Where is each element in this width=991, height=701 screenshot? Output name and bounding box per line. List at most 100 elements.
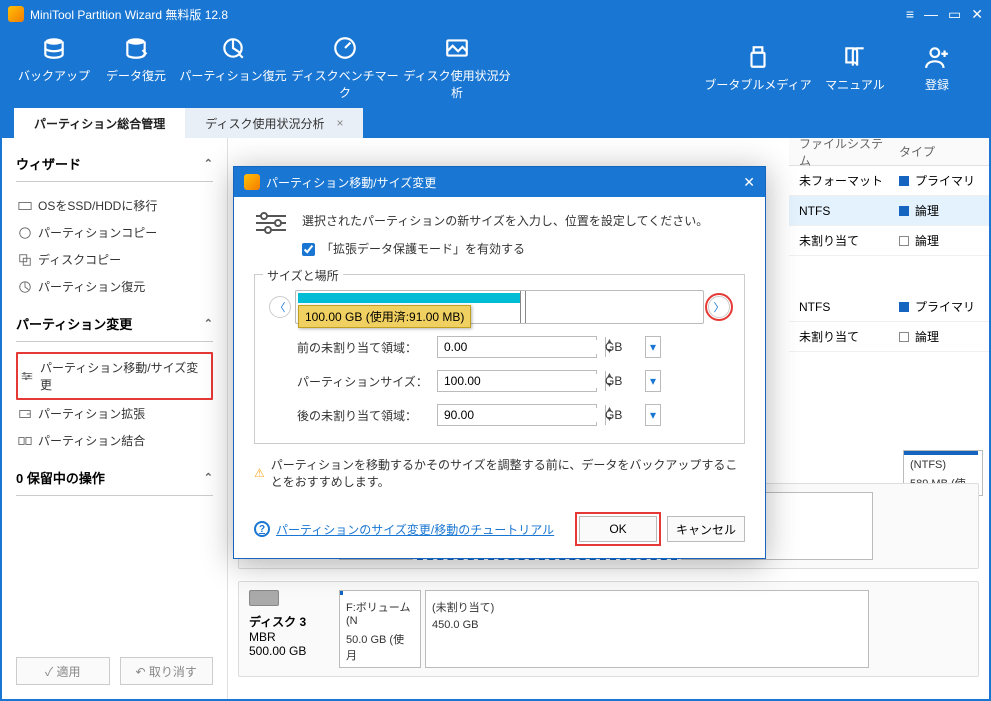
disk-size: 500.00 GB xyxy=(249,644,329,658)
sidebar-item-migrate-os[interactable]: OSをSSD/HDDに移行 xyxy=(16,192,213,219)
unit-label: GB xyxy=(605,340,631,354)
unit-label: GB xyxy=(605,374,631,388)
input-before-unalloc[interactable] xyxy=(438,340,605,354)
size-slider[interactable]: 100.00 GB (使用済:91.00 MB) xyxy=(295,290,704,324)
color-swatch-icon xyxy=(899,332,909,342)
warning-text: パーティションを移動するかそのサイズを調整する前に、データをバックアップすること… xyxy=(271,456,745,490)
slider-right-button[interactable]: 〉 xyxy=(708,296,730,318)
toolbar-manual[interactable]: マニュアル xyxy=(815,40,895,97)
help-icon: ? xyxy=(254,521,270,537)
hamburger-icon[interactable]: ≡ xyxy=(906,7,914,21)
tab-space-analyze-label: ディスク使用状況分析 xyxy=(205,115,324,132)
toolbar-benchmark-label: ディスクベンチマーク xyxy=(291,69,398,100)
toolbar-backup[interactable]: バックアップ xyxy=(14,31,94,105)
dialog-message: 選択されたパーティションの新サイズを入力し、位置を設定してください。 xyxy=(302,211,708,233)
undo-button[interactable]: ↶ 取り消す xyxy=(120,657,214,685)
close-icon[interactable]: × xyxy=(336,116,343,130)
cell-filesystem: NTFS xyxy=(789,204,889,218)
table-row[interactable]: NTFS プライマリ xyxy=(789,292,989,322)
tab-partition-mgmt-label: パーティション総合管理 xyxy=(34,115,165,132)
book-icon xyxy=(842,44,868,70)
table-row[interactable]: 未割り当て 論理 xyxy=(789,322,989,352)
toolbar-benchmark[interactable]: ディスクベンチマーク xyxy=(290,31,400,105)
label-before-unalloc: 前の未割り当て領域： xyxy=(269,339,429,356)
col-header-type: タイプ xyxy=(889,143,989,160)
apply-button[interactable]: ✓ 適用 xyxy=(16,657,110,685)
unit-dropdown[interactable]: ▾ xyxy=(645,404,661,426)
sidebar-heading-wizard: ウィザード⌃ xyxy=(16,154,213,182)
database-arrow-icon xyxy=(123,35,149,61)
partition-size: 450.0 GB xyxy=(432,619,862,631)
cancel-button[interactable]: キャンセル xyxy=(667,516,745,542)
group-label: サイズと場所 xyxy=(263,267,343,284)
sidebar-item-merge[interactable]: パーティション結合 xyxy=(16,427,213,454)
image-icon xyxy=(444,35,470,61)
partition-label: (NTFS) xyxy=(910,459,976,471)
chevron-up-icon[interactable]: ⌃ xyxy=(204,157,213,170)
minimize-button[interactable]: — xyxy=(924,7,938,21)
cell-type: 論理 xyxy=(889,202,989,219)
table-header: ファイルシステム タイプ xyxy=(789,138,989,166)
protect-mode-checkbox-input[interactable] xyxy=(302,243,315,256)
app-title: MiniTool Partition Wizard 無料版 12.8 xyxy=(30,6,906,23)
dialog-title: パーティション移動/サイズ変更 xyxy=(266,174,436,191)
dialog-close-button[interactable]: ✕ xyxy=(743,174,755,191)
pie-arrow-icon xyxy=(220,35,246,61)
partition-block[interactable]: F:ボリューム(N 50.0 GB (使月 xyxy=(339,590,421,668)
disk-icon xyxy=(249,590,279,606)
database-icon xyxy=(41,35,67,61)
sidebar-item-partition-copy[interactable]: パーティションコピー xyxy=(16,219,213,246)
toolbar-data-recovery[interactable]: データ復元 xyxy=(96,31,176,105)
cell-filesystem: 未割り当て xyxy=(789,328,889,345)
dialog-move-resize: パーティション移動/サイズ変更 ✕ 選択されたパーティションの新サイズを入力し、… xyxy=(233,166,766,559)
toolbar-space-analyzer-label: ディスク使用状況分析 xyxy=(403,69,510,100)
chevron-up-icon[interactable]: ⌃ xyxy=(204,471,213,484)
partition-label: F:ボリューム(N xyxy=(346,599,414,627)
label-partition-size: パーティションサイズ： xyxy=(269,373,429,390)
cell-type: 論理 xyxy=(889,232,989,249)
partition-size: 50.0 GB (使月 xyxy=(346,631,414,663)
sidebar-item-partition-recovery[interactable]: パーティション復元 xyxy=(16,273,213,300)
toolbar-space-analyzer[interactable]: ディスク使用状況分析 xyxy=(402,31,512,105)
protect-mode-label: 「拡張データ保護モード」を有効する xyxy=(321,239,525,261)
unit-dropdown[interactable]: ▾ xyxy=(645,370,661,392)
toolbar-backup-label: バックアップ xyxy=(18,69,90,83)
sidebar-item-extend[interactable]: パーティション拡張 xyxy=(16,400,213,427)
toolbar-bootable-media[interactable]: ブータブルメディア xyxy=(703,40,813,97)
table-row[interactable]: 未割り当て 論理 xyxy=(789,226,989,256)
tab-partition-mgmt[interactable]: パーティション総合管理 xyxy=(14,108,185,138)
partition-block[interactable]: (未割り当て) 450.0 GB xyxy=(425,590,869,668)
cell-type: プライマリ xyxy=(889,298,989,315)
input-after-unalloc[interactable] xyxy=(438,408,605,422)
ok-button[interactable]: OK xyxy=(579,516,657,542)
close-button[interactable]: ✕ xyxy=(971,7,983,21)
input-partition-size[interactable] xyxy=(438,374,605,388)
sidebar: ウィザード⌃ OSをSSD/HDDに移行 パーティションコピー ディスクコピー … xyxy=(2,138,228,699)
color-swatch-icon xyxy=(899,236,909,246)
slider-tooltip: 100.00 GB (使用済:91.00 MB) xyxy=(298,305,471,328)
table-row[interactable]: 未フォーマット プライマリ xyxy=(789,166,989,196)
toolbar: バックアップ データ復元 パーティション復元 ディスクベンチマーク ディスク使用… xyxy=(0,28,991,108)
maximize-button[interactable]: ▭ xyxy=(948,7,961,21)
sidebar-item-move-resize[interactable]: パーティション移動/サイズ変更 xyxy=(16,352,213,400)
sidebar-item-disk-copy[interactable]: ディスクコピー xyxy=(16,246,213,273)
tab-space-analyze[interactable]: ディスク使用状況分析 × xyxy=(185,108,363,138)
unit-dropdown[interactable]: ▾ xyxy=(645,336,661,358)
gauge-icon xyxy=(332,35,358,61)
app-icon xyxy=(8,6,24,22)
chevron-up-icon[interactable]: ⌃ xyxy=(204,317,213,330)
cell-filesystem: NTFS xyxy=(789,300,889,314)
toolbar-data-recovery-label: データ復元 xyxy=(106,69,166,83)
warning-icon: ⚠ xyxy=(254,466,265,480)
tab-bar: パーティション総合管理 ディスク使用状況分析 × xyxy=(0,108,991,138)
col-header-filesystem: ファイルシステム xyxy=(789,135,889,169)
partition-label: (未割り当て) xyxy=(432,599,862,615)
toolbar-partition-recovery[interactable]: パーティション復元 xyxy=(178,31,288,105)
toolbar-register[interactable]: 登録 xyxy=(897,40,977,97)
usb-icon xyxy=(745,44,771,70)
slider-left-button[interactable]: 〈 xyxy=(269,296,291,318)
table-row[interactable] xyxy=(789,256,989,292)
table-row[interactable]: NTFS 論理 xyxy=(789,196,989,226)
protect-mode-checkbox[interactable]: 「拡張データ保護モード」を有効する xyxy=(302,239,708,261)
tutorial-link[interactable]: ? パーティションのサイズ変更/移動のチュートリアル xyxy=(254,521,554,538)
